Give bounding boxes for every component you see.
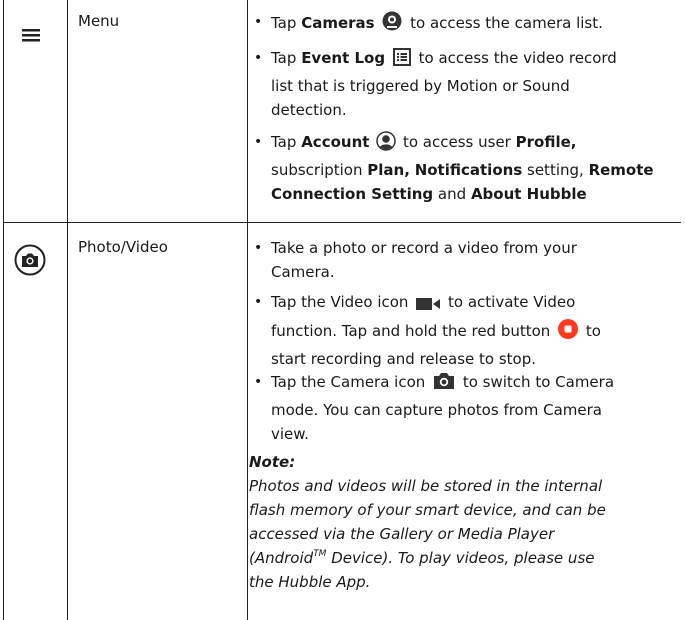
bullet-dot: • — [254, 240, 263, 256]
note-line-2: flash memory of your smart device, and c… — [249, 501, 606, 519]
bullet-dot: • — [254, 14, 263, 30]
camera-list-icon — [381, 10, 403, 39]
feature-name-menu: Menu — [78, 12, 120, 30]
table-border-col2 — [247, 0, 248, 620]
trademark-superscript: TM — [313, 549, 327, 559]
note-line-3: accessed via the Gallery or Media Player — [249, 525, 555, 543]
note-title: Note: — [249, 453, 296, 471]
account-icon — [376, 131, 396, 158]
bullet-dot: • — [254, 294, 263, 310]
bullet-dot: • — [254, 374, 263, 390]
note-line-4: (AndroidTM Device). To play videos, plea… — [249, 549, 595, 567]
camera-circle-icon — [10, 244, 50, 276]
event-log-icon — [392, 47, 412, 74]
bullet-dot: • — [254, 134, 263, 150]
note-line-1: Photos and videos will be stored in the … — [249, 477, 603, 495]
hamburger-menu-icon — [10, 24, 52, 46]
bullet-dot: • — [254, 50, 263, 66]
camera-icon — [432, 371, 456, 398]
photo-note: Note: Photos and videos will be stored i… — [249, 450, 679, 594]
feature-name-photo-video: Photo/Video — [78, 238, 168, 256]
table-border-left — [3, 0, 4, 620]
video-icon — [415, 294, 441, 318]
note-line-5: the Hubble App. — [249, 573, 371, 591]
row-divider — [3, 222, 681, 223]
table-border-col1 — [67, 0, 68, 620]
record-button-icon — [557, 318, 579, 347]
feature-table: Menu • Tap Cameras to access the camera … — [0, 0, 685, 620]
